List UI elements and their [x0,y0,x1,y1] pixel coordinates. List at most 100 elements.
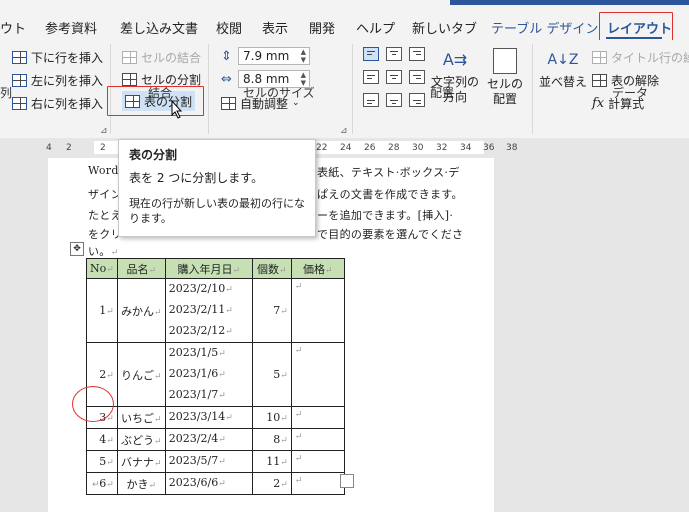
insert-below-label: 下に行を挿入 [31,50,104,65]
cell-price[interactable]: ↵ [290,472,345,495]
cell-qty[interactable]: 11↵ [251,450,292,473]
cell-date-text: 2023/1/7 [168,388,219,401]
tab-help[interactable]: ヘルプ [356,18,395,37]
header-price[interactable]: 価格↵ [290,258,345,279]
insert-left-button[interactable]: 左に列を挿入 [12,70,103,90]
tab-review[interactable]: 校閲 [216,18,242,37]
end-of-cell-icon: ↵ [106,436,114,446]
cell-price[interactable]: ↵ [290,278,345,343]
cell-date-text: 2023/6/6 [168,476,219,489]
align-center-right-button[interactable] [409,70,425,84]
cell-date-text: 2023/1/6 [168,367,219,380]
cell-date[interactable]: 2023/6/6↵ [164,472,253,495]
row-height-value[interactable]: 7.9 mm [238,47,310,65]
align-top-center-button[interactable] [386,47,402,61]
header-name[interactable]: 品名↵ [116,258,166,279]
tab-view[interactable]: 表示 [262,18,288,37]
tab-developer[interactable]: 開発 [309,18,335,37]
cell-name[interactable]: みかん↵ [116,278,166,343]
cell-price[interactable]: ↵ [290,406,345,429]
cell-margins-button[interactable]: セルの 配置 [485,45,525,107]
table-resize-handle-icon[interactable] [340,474,354,488]
cell-no[interactable]: 4↵ [86,428,118,451]
merge-cells-icon [122,50,137,64]
group-label-alignment: 配置 [430,86,455,100]
align-top-left-button[interactable] [363,47,379,61]
cell-no[interactable]: 1↵ [86,278,118,343]
end-of-cell-icon: ↵ [280,307,288,317]
cell-name[interactable]: バナナ↵ [116,450,166,473]
header-date[interactable]: 購入年月日↵ [164,258,253,279]
group-separator [532,44,533,134]
merge-cells-button[interactable]: セルの結合 [122,47,201,67]
cell-name[interactable]: りんご↵ [116,342,166,407]
align-top-right-button[interactable] [409,47,425,61]
cell-no[interactable]: 5↵ [86,450,118,473]
header-date-text: 購入年月日 [177,262,233,276]
header-no[interactable]: No↵ [86,258,118,279]
tab-table-design[interactable]: テーブル デザイン [491,18,598,37]
end-of-cell-icon: ↵ [218,435,226,445]
split-cells-icon [122,72,137,86]
cell-date[interactable]: 2023/2/10↵ 2023/2/11↵ 2023/2/12↵ [164,278,253,343]
ruler-number: 2 [66,143,72,153]
cell-price[interactable]: ↵ [290,450,345,473]
table-row: 4↵ ぶどう↵ 2023/2/4↵ 8↵ ↵ [86,428,345,451]
align-center-button[interactable] [386,70,402,84]
cell-qty[interactable]: 8↵ [251,428,292,451]
data-table[interactable]: No↵ 品名↵ 購入年月日↵ 個数↵ 価格↵ 1↵ みかん↵ 2023/2/10↵ 2… [86,258,345,495]
doc-line-1-left: Word [88,164,119,177]
repeat-header-button[interactable]: タイトル行の繰り返 [592,47,689,67]
end-of-cell-icon: ↵ [106,307,114,317]
align-center-left-button[interactable] [363,70,379,84]
cell-size-dialog-launcher-icon[interactable]: ⊿ [340,126,348,136]
cell-qty[interactable]: 10↵ [251,406,292,429]
insert-left-label: 左に列を挿入 [31,73,104,88]
cell-date[interactable]: 2023/1/5↵ 2023/1/6↵ 2023/1/7↵ [164,342,253,407]
rows-cols-dialog-launcher-icon[interactable]: ⊿ [100,126,108,136]
cell-date-line: 2023/2/11↵ [169,300,249,321]
cell-name[interactable]: ぶどう↵ [116,428,166,451]
table-move-handle-icon[interactable]: ✥ [70,242,84,256]
insert-right-button[interactable]: 右に列を挿入 [12,93,103,113]
repeat-header-label: タイトル行の繰り返 [611,50,689,65]
tab-mailings[interactable]: 差し込み文書 [120,18,198,37]
cell-date[interactable]: 2023/3/14↵ [164,406,253,429]
tooltip-title: 表の分割 [129,148,178,162]
text-direction-icon: A⇉ [442,50,468,69]
cell-name[interactable]: いちご↵ [116,406,166,429]
cell-name[interactable]: かき↵ [116,472,166,495]
insert-column-left-icon [12,73,27,87]
end-of-cell-icon: ↵ [106,458,114,468]
cell-name-text: いちご [121,411,155,425]
cell-price[interactable]: ↵ [290,342,345,407]
row-height-input[interactable]: 7.9 mm ▲ ▼ [238,47,310,65]
height-spinner-icon[interactable]: ▲ ▼ [301,48,306,64]
group-separator [208,44,209,134]
cell-name-text: みかん [121,304,155,318]
header-name-text: 品名 [126,262,149,276]
cell-qty[interactable]: 7↵ [251,278,292,343]
tab-layout-doc[interactable]: ウト [0,18,26,37]
cell-name-text: バナナ [121,455,155,469]
table-row: 6↵ かき↵ 2023/6/6↵ 2↵ ↵ [86,472,345,495]
ruler-number: 2 [100,143,106,153]
cell-date[interactable]: 2023/2/4↵ [164,428,253,451]
align-bottom-center-button[interactable] [386,93,402,107]
end-of-cell-icon: ↵ [154,436,162,447]
tab-references[interactable]: 参考資料 [45,18,97,37]
insert-below-button[interactable]: 下に行を挿入 [12,47,103,67]
tab-new[interactable]: 新しいタブ [412,18,477,37]
align-bottom-right-button[interactable] [409,93,425,107]
cell-qty[interactable]: 2↵ [251,472,292,495]
sort-button[interactable]: A↓Z 並べ替え [538,45,588,90]
tooltip-description: 表を 2 つに分割します。 [129,171,264,185]
end-of-cell-icon: ↵ [225,327,233,337]
end-of-cell-icon: ↵ [154,371,162,382]
cell-qty[interactable]: 5↵ [251,342,292,407]
header-qty[interactable]: 個数↵ [251,258,292,279]
cell-date[interactable]: 2023/5/7↵ [164,450,253,473]
ruler-number: 22 [316,143,328,153]
align-bottom-left-button[interactable] [363,93,379,107]
cell-price[interactable]: ↵ [290,428,345,451]
